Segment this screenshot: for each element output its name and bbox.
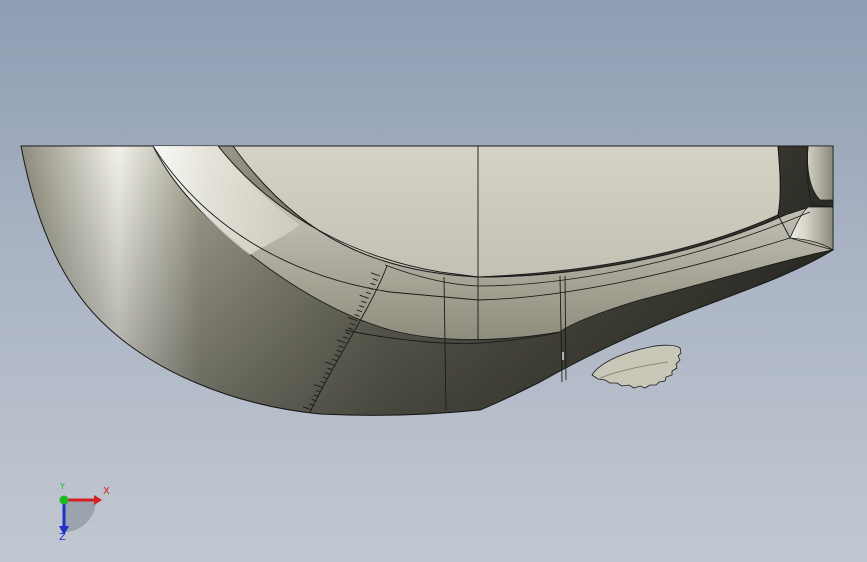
y-axis-dot xyxy=(59,495,69,505)
model-render[interactable] xyxy=(0,0,867,562)
coordinate-triad: X Y Z xyxy=(44,480,114,550)
graphics-viewport[interactable]: X Y Z xyxy=(0,0,867,562)
y-axis-label: Y xyxy=(60,482,65,491)
x-axis-label: X xyxy=(103,486,110,497)
z-axis-label: Z xyxy=(59,532,66,543)
knurled-wheel xyxy=(591,344,682,389)
